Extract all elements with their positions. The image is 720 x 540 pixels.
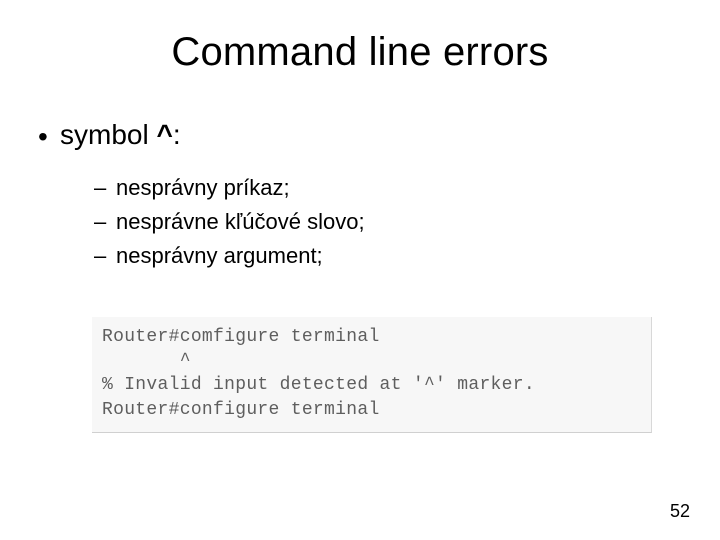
list-item-label: nesprávny príkaz; <box>116 175 290 200</box>
page-number: 52 <box>670 501 690 522</box>
list-item-label: nesprávne kľúčové slovo; <box>116 209 365 234</box>
list-item: –nesprávny príkaz; <box>94 171 690 205</box>
terminal-line: Router#comfigure terminal <box>102 327 380 347</box>
list-item-label: nesprávny argument; <box>116 243 323 268</box>
main-bullet-symbol: ^ <box>156 119 172 150</box>
list-item: –nesprávne kľúčové slovo; <box>94 205 690 239</box>
dash-icon: – <box>94 239 116 273</box>
dash-icon: – <box>94 205 116 239</box>
terminal-line: Router#configure terminal <box>102 400 380 420</box>
list-item: –nesprávny argument; <box>94 239 690 273</box>
main-bullet-prefix: symbol <box>60 119 156 150</box>
slide: Command line errors •symbol ^: –nesprávn… <box>0 0 720 540</box>
terminal-block: Router#comfigure terminal ^ % Invalid in… <box>92 317 652 433</box>
bullet-dot-icon: • <box>38 121 60 153</box>
sub-bullet-list: –nesprávny príkaz; –nesprávne kľúčové sl… <box>94 171 690 273</box>
main-bullet: •symbol ^: <box>38 119 690 153</box>
dash-icon: – <box>94 171 116 205</box>
terminal-line: % Invalid input detected at '^' marker. <box>102 375 535 395</box>
page-title: Command line errors <box>30 30 690 75</box>
terminal-output: Router#comfigure terminal ^ % Invalid in… <box>92 317 652 433</box>
terminal-line: ^ <box>102 351 191 371</box>
main-bullet-suffix: : <box>173 119 181 150</box>
